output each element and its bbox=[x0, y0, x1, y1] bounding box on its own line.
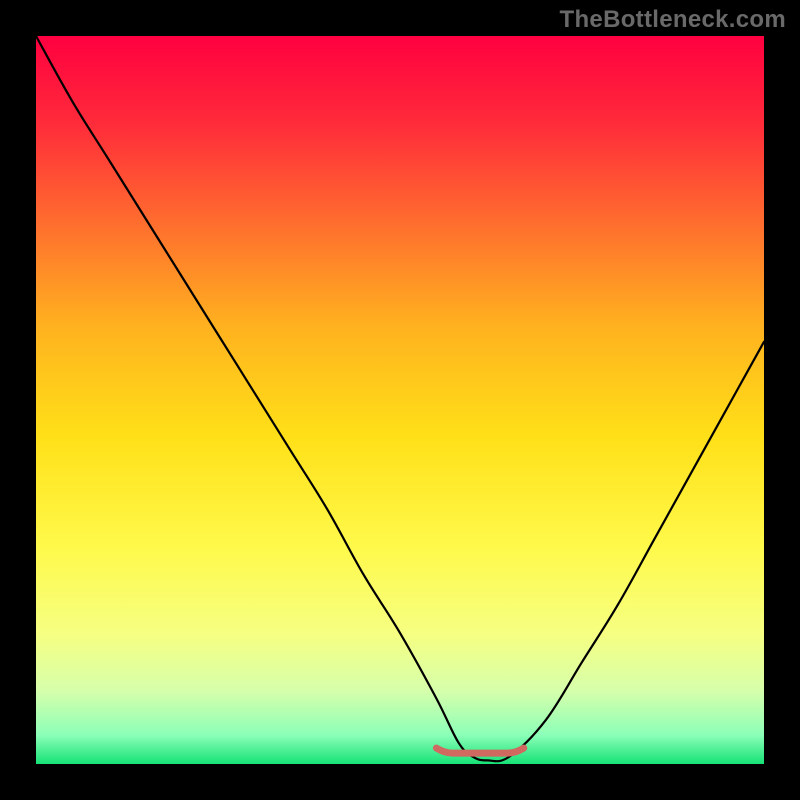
gradient-curve-plot bbox=[0, 0, 800, 800]
plot-background bbox=[36, 36, 764, 764]
source-attribution: TheBottleneck.com bbox=[560, 6, 786, 34]
chart-container: TheBottleneck.com bbox=[0, 0, 800, 800]
